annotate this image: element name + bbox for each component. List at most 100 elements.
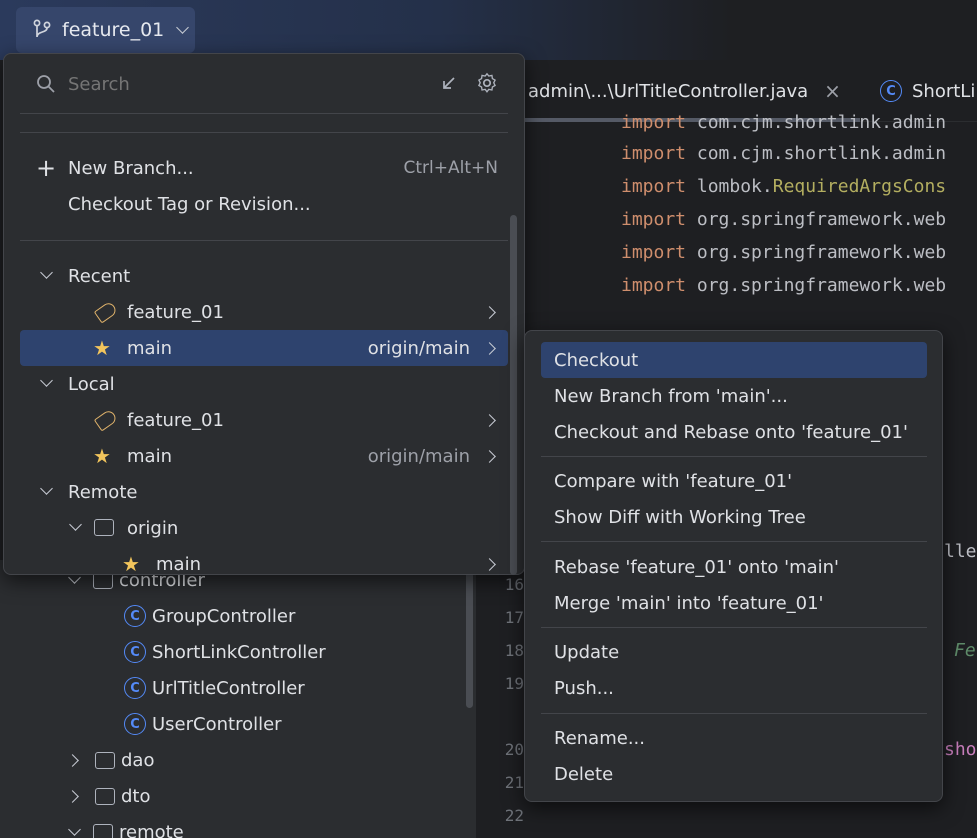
tree-item-label: remote [119, 821, 184, 838]
gear-icon[interactable] [476, 72, 498, 94]
tree-item-remote[interactable]: remote [68, 814, 184, 838]
tree-item-label: UserController [152, 713, 282, 735]
group-remote[interactable]: Remote [20, 474, 508, 510]
chevron-right-icon [483, 341, 496, 355]
code-fragment: Fe [954, 640, 976, 661]
tree-item-label: ShortLinkController [152, 641, 326, 663]
line-number: 21 [504, 773, 524, 792]
close-icon[interactable]: × [824, 79, 841, 103]
tab-label: admin\...\UrlTitleController.java [528, 80, 809, 102]
menu-item-push[interactable]: Push... [541, 670, 927, 706]
popup-scrollbar[interactable] [510, 215, 517, 575]
divider [541, 456, 927, 457]
menu-item-compare[interactable]: Compare with 'feature_01' [541, 463, 927, 499]
branch-name: feature_01 [127, 301, 224, 323]
class-icon: C [124, 641, 146, 663]
class-icon: C [124, 605, 146, 627]
divider [20, 240, 508, 241]
group-local[interactable]: Local [20, 366, 508, 402]
tag-icon [93, 408, 119, 432]
code-line: import com.cjm.shortlink.admin [621, 143, 947, 164]
menu-item-rename[interactable]: Rename... [541, 720, 927, 756]
chevron-down-icon [40, 482, 53, 495]
branch-item-recent-feature_01[interactable]: feature_01 [20, 294, 508, 330]
branch-search-input[interactable] [68, 69, 408, 99]
group-label: origin [127, 517, 179, 539]
group-label: Local [68, 373, 115, 395]
code-line: import lombok.RequiredArgsCons [621, 176, 947, 197]
chevron-down-icon [40, 266, 53, 279]
plus-icon: + [36, 154, 57, 182]
line-number: 19 [504, 674, 524, 693]
branch-name: main [156, 553, 201, 575]
menu-item-checkout-and-rebase[interactable]: Checkout and Rebase onto 'feature_01' [541, 414, 927, 450]
star-icon: ★ [122, 552, 140, 575]
branch-selector-button[interactable]: feature_01 [16, 7, 195, 53]
branch-name: feature_01 [127, 409, 224, 431]
chevron-right-icon [483, 557, 496, 571]
tree-item-label: dto [121, 785, 151, 807]
remote-origin-group[interactable]: origin [20, 510, 508, 546]
tracking-branch: origin/main [367, 445, 470, 467]
chevron-down-icon [68, 822, 81, 836]
tree-item-class[interactable]: C UrlTitleController [124, 670, 305, 706]
chevron-down-icon [40, 374, 53, 387]
tree-item-class[interactable]: C UserController [124, 706, 282, 742]
code-line: import org.springframework.web [621, 209, 947, 230]
menu-item-update[interactable]: Update [541, 634, 927, 670]
branch-name: main [127, 445, 172, 467]
tree-item-class[interactable]: C ShortLinkController [124, 634, 326, 670]
search-icon [37, 75, 55, 93]
tree-item-dto[interactable]: dto [66, 778, 151, 814]
line-number: 16 [504, 575, 524, 594]
branch-item-recent-main[interactable]: ★ main origin/main [20, 330, 508, 366]
star-icon: ★ [93, 444, 111, 468]
branch-item-local-feature_01[interactable]: feature_01 [20, 402, 508, 438]
divider [20, 113, 508, 114]
divider [20, 132, 508, 133]
chevron-right-icon [66, 753, 79, 767]
tree-item-label: UrlTitleController [152, 677, 305, 699]
menu-item-checkout[interactable]: Checkout [541, 342, 927, 378]
chevron-right-icon [483, 449, 496, 463]
chevron-down-icon [176, 21, 190, 34]
code-line: import org.springframework.web [621, 242, 947, 263]
menu-item-rebase[interactable]: Rebase 'feature_01' onto 'main' [541, 549, 927, 585]
tree-item-class[interactable]: C GroupController [124, 598, 295, 634]
line-number: 20 [504, 740, 524, 759]
shortcut-label: Ctrl+Alt+N [403, 158, 498, 178]
branch-item-local-main[interactable]: ★ main origin/main [20, 438, 508, 474]
project-scrollbar[interactable] [466, 560, 473, 708]
branch-item-remote-main[interactable]: ★ main [20, 546, 508, 575]
class-icon: C [880, 80, 902, 102]
branches-popup: + New Branch... Ctrl+Alt+N Checkout Tag … [3, 53, 525, 575]
code-line: import com.cjm.shortlink.admin [621, 112, 947, 133]
folder-icon [95, 751, 115, 769]
menu-item-delete[interactable]: Delete [541, 756, 927, 792]
tab-label: ShortLi [912, 80, 976, 102]
line-number: 18 [504, 641, 524, 660]
collapse-icon[interactable] [438, 74, 458, 94]
new-branch-action[interactable]: + New Branch... Ctrl+Alt+N [20, 150, 508, 186]
menu-item-merge[interactable]: Merge 'main' into 'feature_01' [541, 585, 927, 621]
menu-item-new-branch-from[interactable]: New Branch from 'main'... [541, 378, 927, 414]
menu-item-show-diff[interactable]: Show Diff with Working Tree [541, 499, 927, 535]
tracking-branch: origin/main [367, 337, 470, 359]
tree-item-dao[interactable]: dao [66, 742, 155, 778]
code-line: import org.springframework.web [621, 275, 947, 296]
checkout-tag-action[interactable]: Checkout Tag or Revision... [20, 186, 508, 222]
folder-icon [93, 823, 113, 838]
star-icon: ★ [93, 336, 111, 360]
chevron-right-icon [483, 305, 496, 319]
chevron-right-icon [66, 789, 79, 803]
search-bar [4, 54, 524, 114]
tree-item-label: dao [121, 749, 155, 771]
branch-name: main [127, 337, 172, 359]
folder-icon [94, 519, 114, 536]
group-label: Remote [68, 481, 138, 503]
line-number: 22 [504, 806, 524, 825]
group-recent[interactable]: Recent [20, 258, 508, 294]
divider [541, 713, 927, 714]
chevron-right-icon [483, 413, 496, 427]
divider [541, 627, 927, 628]
